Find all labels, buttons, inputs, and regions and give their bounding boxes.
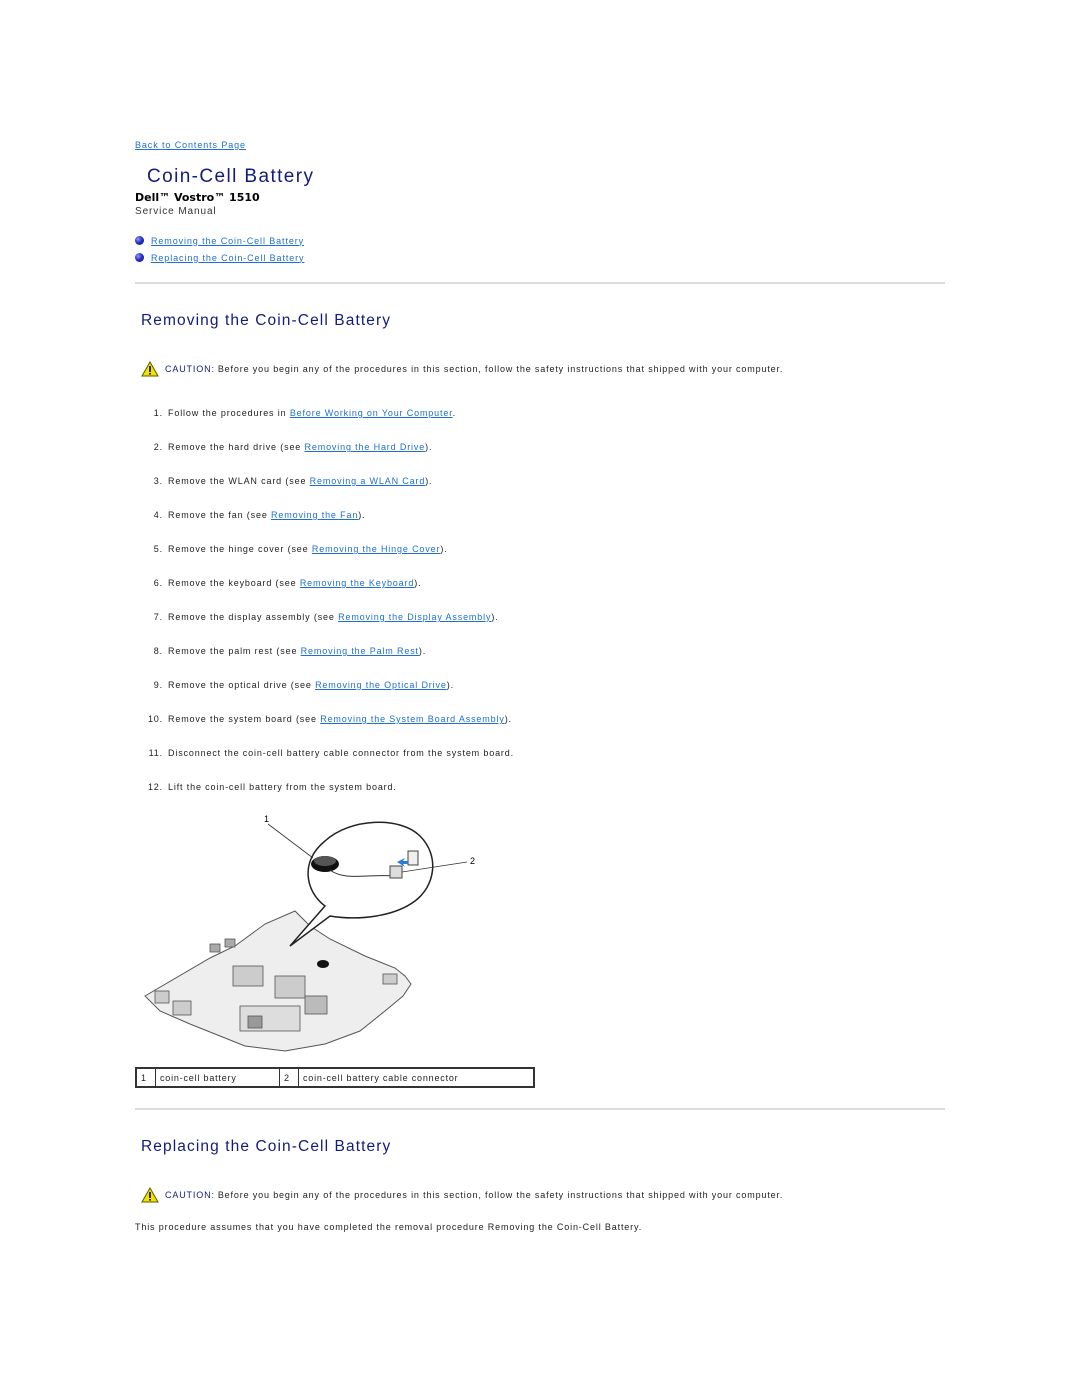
step-link[interactable]: Removing the Display Assembly — [338, 612, 491, 622]
step-text: ). — [414, 578, 422, 588]
step-number: 2. — [153, 442, 163, 452]
step-link[interactable]: Removing the System Board Assembly — [320, 714, 504, 724]
step-number: 7. — [153, 612, 163, 622]
step-number: 3. — [153, 476, 163, 486]
step-text: Disconnect the coin-cell battery cable c… — [168, 748, 514, 758]
system-board-illustration: 1 2 — [144, 814, 475, 1052]
step-text: Remove the palm rest (see — [168, 646, 301, 656]
toc-link-removing[interactable]: Removing the Coin-Cell Battery — [151, 236, 304, 246]
toc-item: Removing the Coin-Cell Battery — [135, 232, 304, 249]
legend-label: coin-cell battery cable connector — [298, 1067, 535, 1088]
step-number: 8. — [153, 646, 163, 656]
back-to-contents-link[interactable]: Back to Contents Page — [135, 140, 246, 150]
legend-row: 1 coin-cell battery 2 coin-cell battery … — [135, 1067, 535, 1088]
step-number: 1. — [153, 408, 163, 418]
step-text: . — [452, 408, 456, 418]
step-text: Remove the display assembly (see — [168, 612, 339, 622]
step-link[interactable]: Removing the Keyboard — [300, 578, 414, 588]
step-text: ). — [446, 680, 454, 690]
step-item: 1. Follow the procedures in Before Workin… — [135, 408, 514, 442]
toc-link-replacing[interactable]: Replacing the Coin-Cell Battery — [151, 253, 304, 263]
caution-notice: CAUTION: Before you begin any of the pro… — [141, 1187, 783, 1203]
toc-item: Replacing the Coin-Cell Battery — [135, 249, 304, 266]
step-text: Remove the hinge cover (see — [168, 544, 312, 554]
step-link[interactable]: Removing the Optical Drive — [315, 680, 447, 690]
replacing-intro-paragraph: This procedure assumes that you have com… — [135, 1222, 643, 1232]
step-text: Follow the procedures in — [168, 408, 290, 418]
step-text: ). — [491, 612, 499, 622]
step-item: 5. Remove the hinge cover (see Removing t… — [135, 544, 514, 578]
step-item: 8. Remove the palm rest (see Removing the… — [135, 646, 514, 680]
step-number: 5. — [153, 544, 163, 554]
step-text: Remove the optical drive (see — [168, 680, 316, 690]
step-item: 10. Remove the system board (see Removing… — [135, 714, 514, 748]
step-text: ). — [418, 646, 427, 656]
step-number: 10. — [147, 714, 163, 724]
step-link[interactable]: Removing the Fan — [271, 510, 358, 520]
warning-icon — [141, 361, 159, 377]
battery-connector — [389, 865, 403, 879]
step-link[interactable]: Before Working on Your Computer — [290, 408, 453, 418]
step-text: Remove the fan (see — [168, 510, 272, 520]
warning-icon — [141, 1187, 159, 1203]
step-item: 2. Remove the hard drive (see Removing th… — [135, 442, 514, 476]
step-text: Remove the WLAN card (see — [168, 476, 310, 486]
step-text: ). — [504, 714, 512, 724]
step-link[interactable]: Removing the Hard Drive — [305, 442, 426, 452]
caution-label: CAUTION: — [165, 364, 215, 374]
step-item: 4. Remove the fan (see Removing the Fan). — [135, 510, 514, 544]
step-text: ). — [440, 544, 448, 554]
divider — [135, 1108, 945, 1110]
step-item: 11. Disconnect the coin-cell battery cabl… — [135, 748, 514, 782]
caution-text: Before you begin any of the procedures i… — [217, 1190, 784, 1200]
step-link[interactable]: Removing the Palm Rest — [301, 646, 419, 656]
step-text: ). — [425, 476, 433, 486]
magnifier-bubble — [289, 821, 434, 947]
step-text: ). — [358, 510, 366, 520]
step-item: 7. Remove the display assembly (see Remov… — [135, 612, 514, 646]
legend-label: coin-cell battery — [155, 1067, 280, 1088]
step-text: Remove the hard drive (see — [168, 442, 305, 452]
caution-notice: CAUTION: Before you begin any of the pro… — [141, 361, 783, 377]
caution-text: Before you begin any of the procedures i… — [217, 364, 784, 374]
step-text: Remove the system board (see — [168, 714, 321, 724]
section-title-replacing: Replacing the Coin-Cell Battery — [141, 1138, 392, 1155]
legend-number: 1 — [135, 1067, 156, 1088]
step-item: 3. Remove the WLAN card (see Removing a W… — [135, 476, 514, 510]
removal-steps: 1. Follow the procedures in Before Workin… — [135, 408, 514, 816]
page-title: Coin-Cell Battery — [147, 166, 315, 187]
table-of-contents: Removing the Coin-Cell Battery Replacing… — [135, 232, 304, 266]
step-number: 9. — [153, 680, 163, 690]
divider — [135, 282, 945, 284]
step-number: 6. — [153, 578, 163, 588]
bullet-icon — [135, 253, 144, 262]
manual-subtitle: Service Manual — [135, 206, 217, 217]
figure-legend-table: 1 coin-cell battery 2 coin-cell battery … — [135, 1067, 535, 1088]
step-link[interactable]: Removing the Hinge Cover — [312, 544, 440, 554]
step-number: 4. — [153, 510, 163, 520]
step-number: 11. — [148, 748, 163, 758]
callout-2: 2 — [470, 856, 475, 866]
step-item: 9. Remove the optical drive (see Removing… — [135, 680, 514, 714]
section-title-removing: Removing the Coin-Cell Battery — [141, 312, 392, 329]
product-name: Dell™ Vostro™ 1510 — [135, 191, 260, 204]
step-link[interactable]: Removing a WLAN Card — [310, 476, 426, 486]
bullet-icon — [135, 236, 144, 245]
step-text: ). — [425, 442, 433, 452]
callout-1: 1 — [264, 814, 269, 824]
legend-number: 2 — [279, 1067, 299, 1088]
step-item: 6. Remove the keyboard (see Removing the … — [135, 578, 514, 612]
caution-label: CAUTION: — [165, 1190, 215, 1200]
step-text: Remove the keyboard (see — [168, 578, 300, 588]
